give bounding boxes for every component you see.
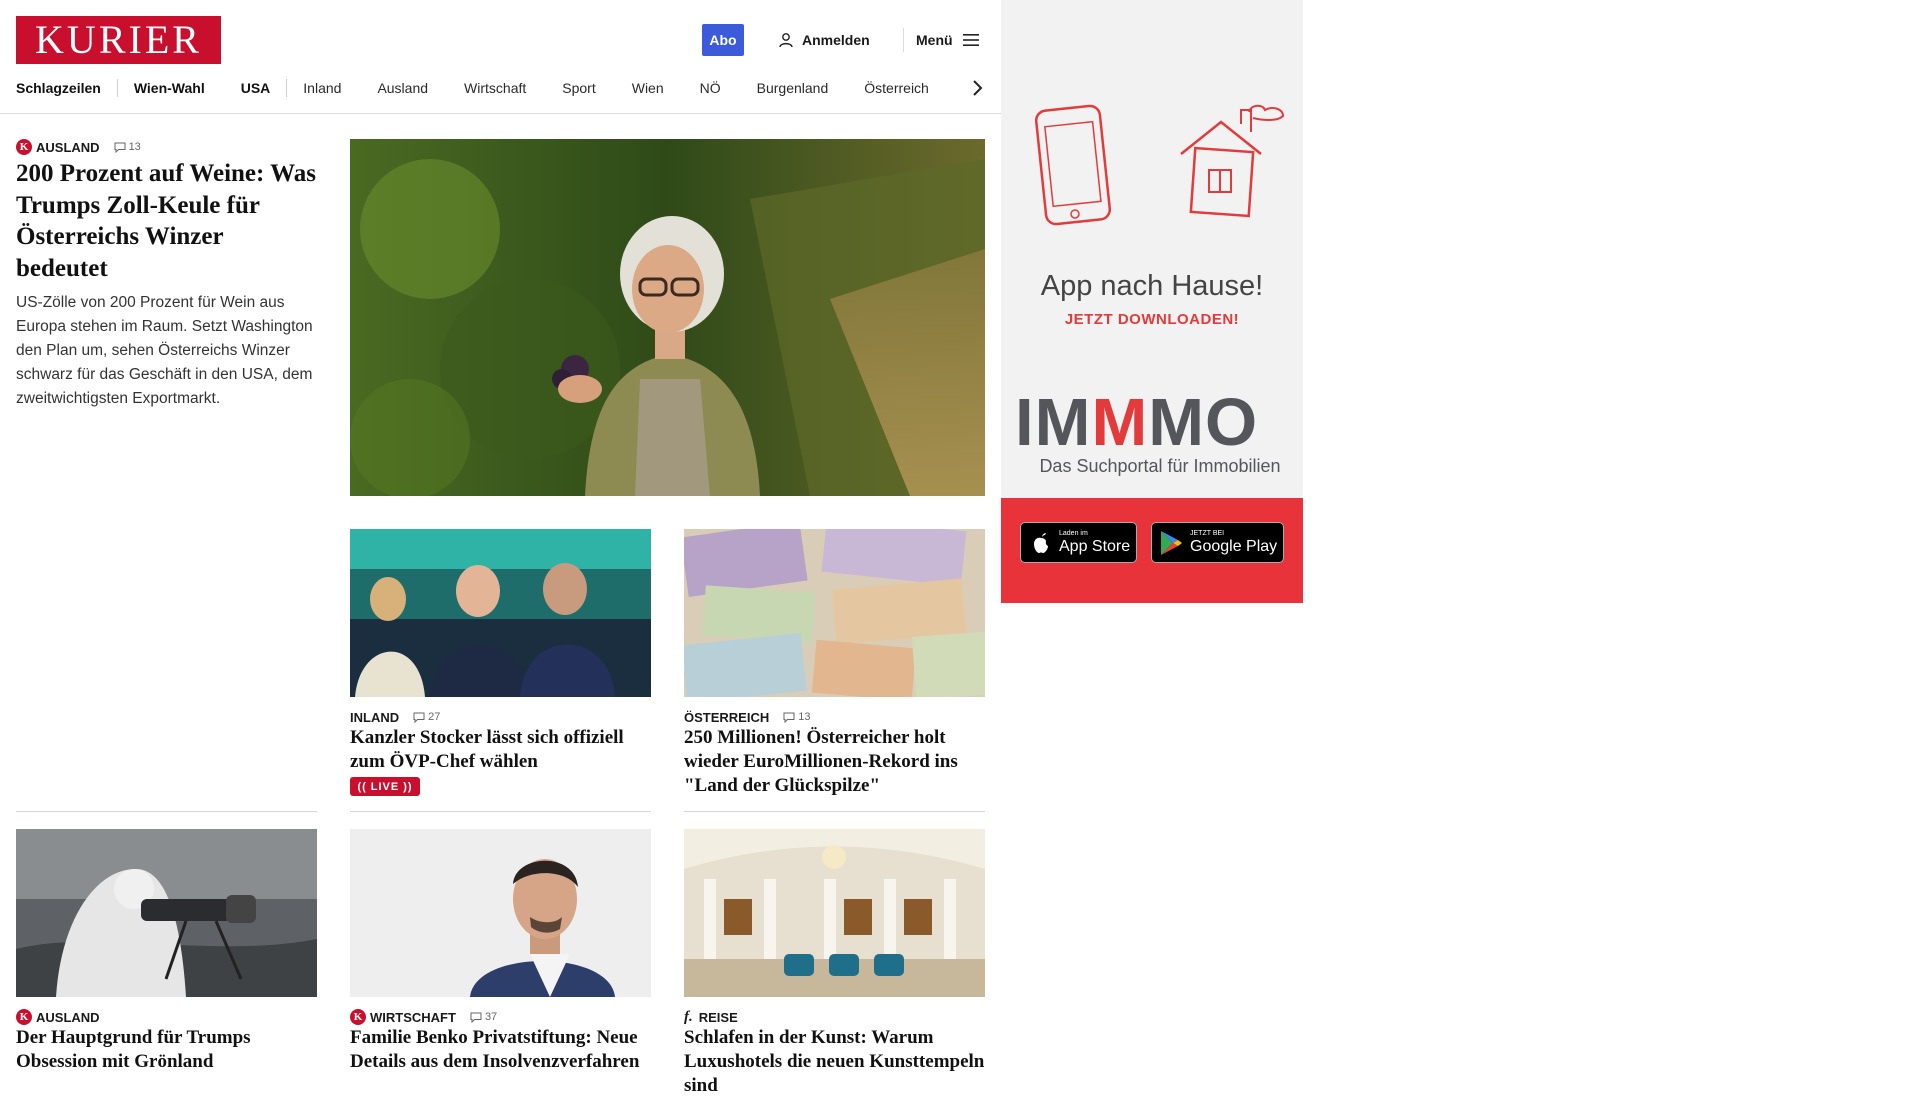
immmo-logo: IMMMO bbox=[1015, 388, 1303, 458]
card-5-category-label[interactable]: REISE bbox=[699, 1010, 738, 1025]
app-store-label: App Store bbox=[1059, 537, 1131, 555]
nav-item-schlagzeilen[interactable]: Schlagzeilen bbox=[16, 80, 101, 96]
card-4-headline[interactable]: Familie Benko Privatstiftung: Neue Detai… bbox=[350, 1026, 655, 1074]
nav-item-wien[interactable]: Wien bbox=[632, 80, 664, 96]
kurier-k-icon: K bbox=[16, 1009, 32, 1025]
card-1-category-label[interactable]: INLAND bbox=[350, 710, 399, 725]
google-play-icon bbox=[1161, 530, 1182, 555]
lead-comment-count: 13 bbox=[128, 141, 141, 153]
live-badge: (( LIVE )) bbox=[350, 777, 420, 796]
card-5-headline[interactable]: Schlafen in der Kunst: Warum Luxushotels… bbox=[684, 1026, 989, 1098]
menu-button[interactable]: Menü bbox=[916, 29, 979, 51]
freizeit-f-icon: f. bbox=[684, 1008, 693, 1025]
row-divider bbox=[16, 811, 317, 812]
card-4-category: K WIRTSCHAFT 37 bbox=[350, 1009, 497, 1025]
lead-teaser: US-Zölle von 200 Prozent für Wein aus Eu… bbox=[16, 294, 313, 407]
google-play-small-label: JETZT BEI bbox=[1190, 529, 1225, 537]
nav-divider bbox=[116, 79, 118, 97]
abo-button[interactable]: Abo bbox=[702, 24, 744, 56]
card-image-euromillionen[interactable] bbox=[684, 529, 985, 697]
lead-comments[interactable]: 13 bbox=[114, 141, 141, 153]
card-4-category-label[interactable]: WIRTSCHAFT bbox=[370, 1010, 456, 1025]
hamburger-icon bbox=[962, 34, 979, 46]
portrait-photo bbox=[350, 829, 651, 997]
nav-divider bbox=[286, 79, 288, 97]
lead-category-label[interactable]: AUSLAND bbox=[36, 140, 100, 155]
login-label: Anmelden bbox=[802, 32, 870, 48]
card-2-category-label[interactable]: ÖSTERREICH bbox=[684, 710, 769, 725]
nav-item-sport[interactable]: Sport bbox=[562, 80, 595, 96]
house-icon bbox=[1180, 104, 1285, 218]
immmo-ad[interactable]: App nach Hause! JETZT DOWNLOADEN! IMMMO … bbox=[1001, 0, 1303, 603]
ad-subline: JETZT DOWNLOADEN! bbox=[1064, 311, 1240, 328]
nav-item-noe[interactable]: NÖ bbox=[700, 80, 721, 96]
nav-item-burgenland[interactable]: Burgenland bbox=[757, 80, 829, 96]
card-image-reise[interactable] bbox=[684, 829, 985, 997]
live-signal-icon: )) bbox=[403, 780, 413, 793]
kurier-k-icon: K bbox=[350, 1009, 366, 1025]
comment-icon bbox=[783, 712, 795, 723]
card-3-category: K AUSLAND bbox=[16, 1009, 100, 1025]
nav-item-inland[interactable]: Inland bbox=[303, 80, 341, 96]
comment-icon bbox=[413, 712, 425, 723]
card-1-comments[interactable]: 27 bbox=[413, 711, 440, 723]
card-1-comment-count: 27 bbox=[428, 711, 441, 723]
immmo-logo-accent: M bbox=[1091, 385, 1149, 460]
card-1-category: INLAND 27 bbox=[350, 709, 440, 725]
card-5-category: f. REISE bbox=[684, 1009, 738, 1025]
politicians-photo bbox=[350, 529, 651, 697]
lead-headline[interactable]: 200 Prozent auf Weine: Was Trumps Zoll-K… bbox=[16, 158, 316, 284]
nav-item-wirtschaft[interactable]: Wirtschaft bbox=[464, 80, 526, 96]
immmo-logo-part: MO bbox=[1148, 385, 1259, 460]
menu-label: Menü bbox=[916, 32, 953, 48]
card-2-comments[interactable]: 13 bbox=[783, 711, 810, 723]
kurier-k-icon: K bbox=[16, 139, 32, 155]
google-play-button[interactable]: JETZT BEI Google Play bbox=[1151, 522, 1284, 563]
site-header: KURIER Abo Anmelden Menü Schlagzeilen Wi… bbox=[0, 0, 1001, 114]
lead-image[interactable] bbox=[350, 139, 985, 496]
nav-item-ausland[interactable]: Ausland bbox=[377, 80, 428, 96]
card-2-category: ÖSTERREICH 13 bbox=[684, 709, 810, 725]
ad-tagline: Das Suchportal für Immobilien bbox=[1039, 456, 1281, 476]
app-store-small-label: Laden im bbox=[1059, 529, 1088, 537]
live-signal-icon: (( bbox=[357, 780, 367, 793]
card-1-headline[interactable]: Kanzler Stocker lässt sich offiziell zum… bbox=[350, 726, 655, 774]
header-divider bbox=[903, 28, 904, 52]
soldier-photo bbox=[16, 829, 317, 997]
section-nav: Schlagzeilen Wien-Wahl USA Inland Auslan… bbox=[16, 76, 986, 100]
user-icon bbox=[779, 33, 793, 48]
smartphone-icon bbox=[1035, 104, 1111, 226]
nav-item-oesterreich[interactable]: Österreich bbox=[864, 80, 929, 96]
banknotes-photo bbox=[684, 529, 985, 697]
login-button[interactable]: Anmelden bbox=[778, 29, 870, 51]
card-2-headline[interactable]: 250 Millionen! Österreicher holt wieder … bbox=[684, 726, 989, 798]
google-play-label: Google Play bbox=[1190, 537, 1278, 555]
live-badge-label: LIVE bbox=[370, 780, 400, 793]
row-divider bbox=[684, 811, 985, 812]
app-store-button[interactable]: Laden im App Store bbox=[1020, 522, 1137, 563]
row-divider bbox=[350, 811, 651, 812]
comment-icon bbox=[470, 1012, 482, 1023]
apple-icon bbox=[1034, 532, 1048, 553]
nav-item-usa[interactable]: USA bbox=[241, 80, 271, 96]
vineyard-photo bbox=[350, 139, 985, 496]
ad-headline: App nach Hause! bbox=[1040, 270, 1264, 302]
lead-category: K AUSLAND 13 bbox=[16, 139, 141, 155]
card-2-comment-count: 13 bbox=[798, 711, 811, 723]
card-image-groenland[interactable] bbox=[16, 829, 317, 997]
immmo-logo-part: IM bbox=[1015, 385, 1092, 460]
kurier-logo[interactable]: KURIER bbox=[16, 16, 221, 64]
card-image-stocker[interactable] bbox=[350, 529, 651, 697]
chevron-right-icon[interactable] bbox=[966, 77, 988, 99]
comment-icon bbox=[114, 142, 126, 153]
hotel-lobby-photo bbox=[684, 829, 985, 997]
nav-item-wien-wahl[interactable]: Wien-Wahl bbox=[134, 80, 205, 96]
card-4-comment-count: 37 bbox=[484, 1011, 498, 1023]
card-3-headline[interactable]: Der Hauptgrund für Trumps Obsession mit … bbox=[16, 1026, 321, 1074]
card-image-benko[interactable] bbox=[350, 829, 651, 997]
card-3-category-label[interactable]: AUSLAND bbox=[36, 1010, 100, 1025]
card-4-comments[interactable]: 37 bbox=[470, 1011, 497, 1023]
